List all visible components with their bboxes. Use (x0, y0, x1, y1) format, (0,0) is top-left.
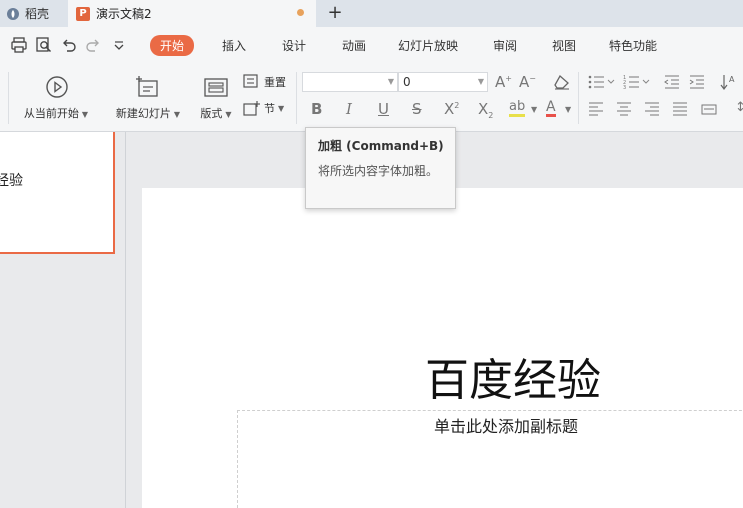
sort-icon[interactable]: A (720, 73, 740, 91)
underline-icon[interactable]: U (378, 100, 389, 118)
subtitle-placeholder-text[interactable]: 单击此处添加副标题 (434, 413, 578, 437)
new-slide-label: 新建幻灯片 (115, 107, 171, 120)
slide-thumbnail-text: 经验 (0, 173, 23, 189)
section-icon (243, 101, 260, 116)
align-left-icon[interactable] (588, 102, 604, 116)
play-icon (46, 76, 68, 98)
clear-format-eraser-icon[interactable] (553, 74, 571, 90)
bullet-list-icon[interactable] (588, 75, 618, 89)
chevron-down-icon[interactable]: ▼ (531, 105, 537, 114)
menu-item-review[interactable]: 审阅 (493, 37, 517, 54)
quick-access-chevron-down-icon[interactable] (110, 36, 128, 54)
section-button[interactable]: 节 ▼ (243, 100, 284, 116)
font-size-select[interactable]: 0 ▼ (398, 72, 488, 92)
chevron-down-icon: ▼ (387, 77, 394, 86)
new-slide-button[interactable]: 新建幻灯片 ▼ (108, 72, 188, 132)
new-tab-button[interactable]: + (324, 2, 346, 24)
slide[interactable]: 百度经验 单击此处添加副标题 (142, 188, 743, 508)
font-size-value: 0 (403, 75, 411, 89)
chevron-down-icon: ▼ (81, 110, 89, 119)
daoke-logo-icon (7, 7, 19, 20)
menu-item-design[interactable]: 设计 (282, 37, 306, 54)
highlight-color-icon[interactable]: ab (509, 100, 526, 117)
redo-icon[interactable] (84, 36, 102, 54)
svg-text:A: A (729, 75, 735, 84)
ribbon-toolbar: 从当前开始 ▼ 新建幻灯片 ▼ 版式 ▼ 重置 节 ▼ ▼ 0 ▼ A+ A− … (0, 64, 743, 132)
menu-item-animation[interactable]: 动画 (342, 37, 366, 54)
new-slide-icon (136, 76, 158, 97)
distribute-icon[interactable] (700, 102, 718, 116)
chevron-down-icon: ▼ (225, 110, 232, 119)
menu-item-slideshow[interactable]: 幻灯片放映 (398, 37, 458, 54)
title-tab-bar: 稻壳 P 演示文稿2 + (0, 0, 743, 27)
section-label: 节 (264, 102, 275, 115)
superscript-icon[interactable]: X2 (444, 100, 459, 118)
menu-bar: 开始 插入 设计 动画 幻灯片放映 审阅 视图 特色功能 (0, 27, 743, 64)
chevron-down-icon: ▼ (173, 110, 181, 119)
menu-item-view[interactable]: 视图 (552, 37, 576, 54)
bold-icon[interactable]: B (311, 100, 322, 118)
align-right-icon[interactable] (644, 102, 660, 116)
tab-document[interactable]: P 演示文稿2 (68, 0, 316, 27)
print-preview-icon[interactable] (35, 36, 53, 54)
tab-document-label: 演示文稿2 (96, 7, 152, 21)
layout-icon (204, 78, 228, 97)
decrease-indent-icon[interactable] (664, 75, 680, 89)
play-from-current-label: 从当前开始 (23, 107, 79, 120)
strikethrough-icon[interactable]: S (412, 100, 422, 118)
svg-text:3: 3 (623, 85, 626, 89)
layout-label: 版式 (200, 107, 223, 120)
presentation-file-icon: P (76, 6, 90, 21)
font-color-icon[interactable]: A (546, 100, 556, 117)
chevron-down-icon: ▼ (477, 77, 484, 86)
menu-item-home[interactable]: 开始 (150, 35, 195, 56)
ribbon-divider (578, 72, 579, 124)
slide-thumbnail[interactable]: 经验 (0, 132, 115, 254)
chevron-down-icon: ▼ (278, 103, 285, 113)
italic-icon[interactable]: I (346, 100, 352, 118)
slides-panel: 经验 (0, 132, 126, 508)
decrease-font-size-icon[interactable]: A− (519, 73, 536, 91)
justify-icon[interactable] (672, 102, 688, 116)
slide-title[interactable]: 百度经验 (425, 344, 601, 408)
tooltip-description: 将所选内容字体加粗。 (318, 164, 439, 178)
reset-label: 重置 (264, 76, 286, 89)
increase-indent-icon[interactable] (689, 75, 705, 89)
unsaved-indicator-icon (297, 9, 304, 16)
font-name-select[interactable]: ▼ (302, 72, 398, 92)
line-spacing-icon[interactable]: ↕ (735, 100, 743, 115)
increase-font-size-icon[interactable]: A+ (495, 73, 512, 91)
ribbon-divider (8, 72, 9, 124)
menu-item-insert[interactable]: 插入 (222, 37, 246, 54)
subscript-icon[interactable]: X2 (478, 100, 493, 120)
print-icon[interactable] (10, 36, 28, 54)
undo-icon[interactable] (60, 36, 78, 54)
ribbon-divider (296, 72, 297, 124)
numbered-list-icon[interactable]: 1 2 3 (623, 75, 653, 89)
chevron-down-icon[interactable]: ▼ (565, 105, 571, 114)
layout-button[interactable]: 版式 ▼ (196, 72, 236, 132)
reset-button[interactable]: 重置 (243, 74, 286, 90)
tab-daoke-label: 稻壳 (25, 7, 50, 21)
align-center-icon[interactable] (616, 102, 632, 116)
menu-item-features[interactable]: 特色功能 (609, 37, 657, 54)
bold-tooltip: 加粗 (Command+B) 将所选内容字体加粗。 (305, 127, 456, 209)
reset-icon (243, 74, 258, 88)
tab-daoke[interactable]: 稻壳 (0, 0, 68, 27)
tooltip-title: 加粗 (Command+B) (318, 139, 444, 153)
play-from-current-button[interactable]: 从当前开始 ▼ (16, 72, 96, 132)
